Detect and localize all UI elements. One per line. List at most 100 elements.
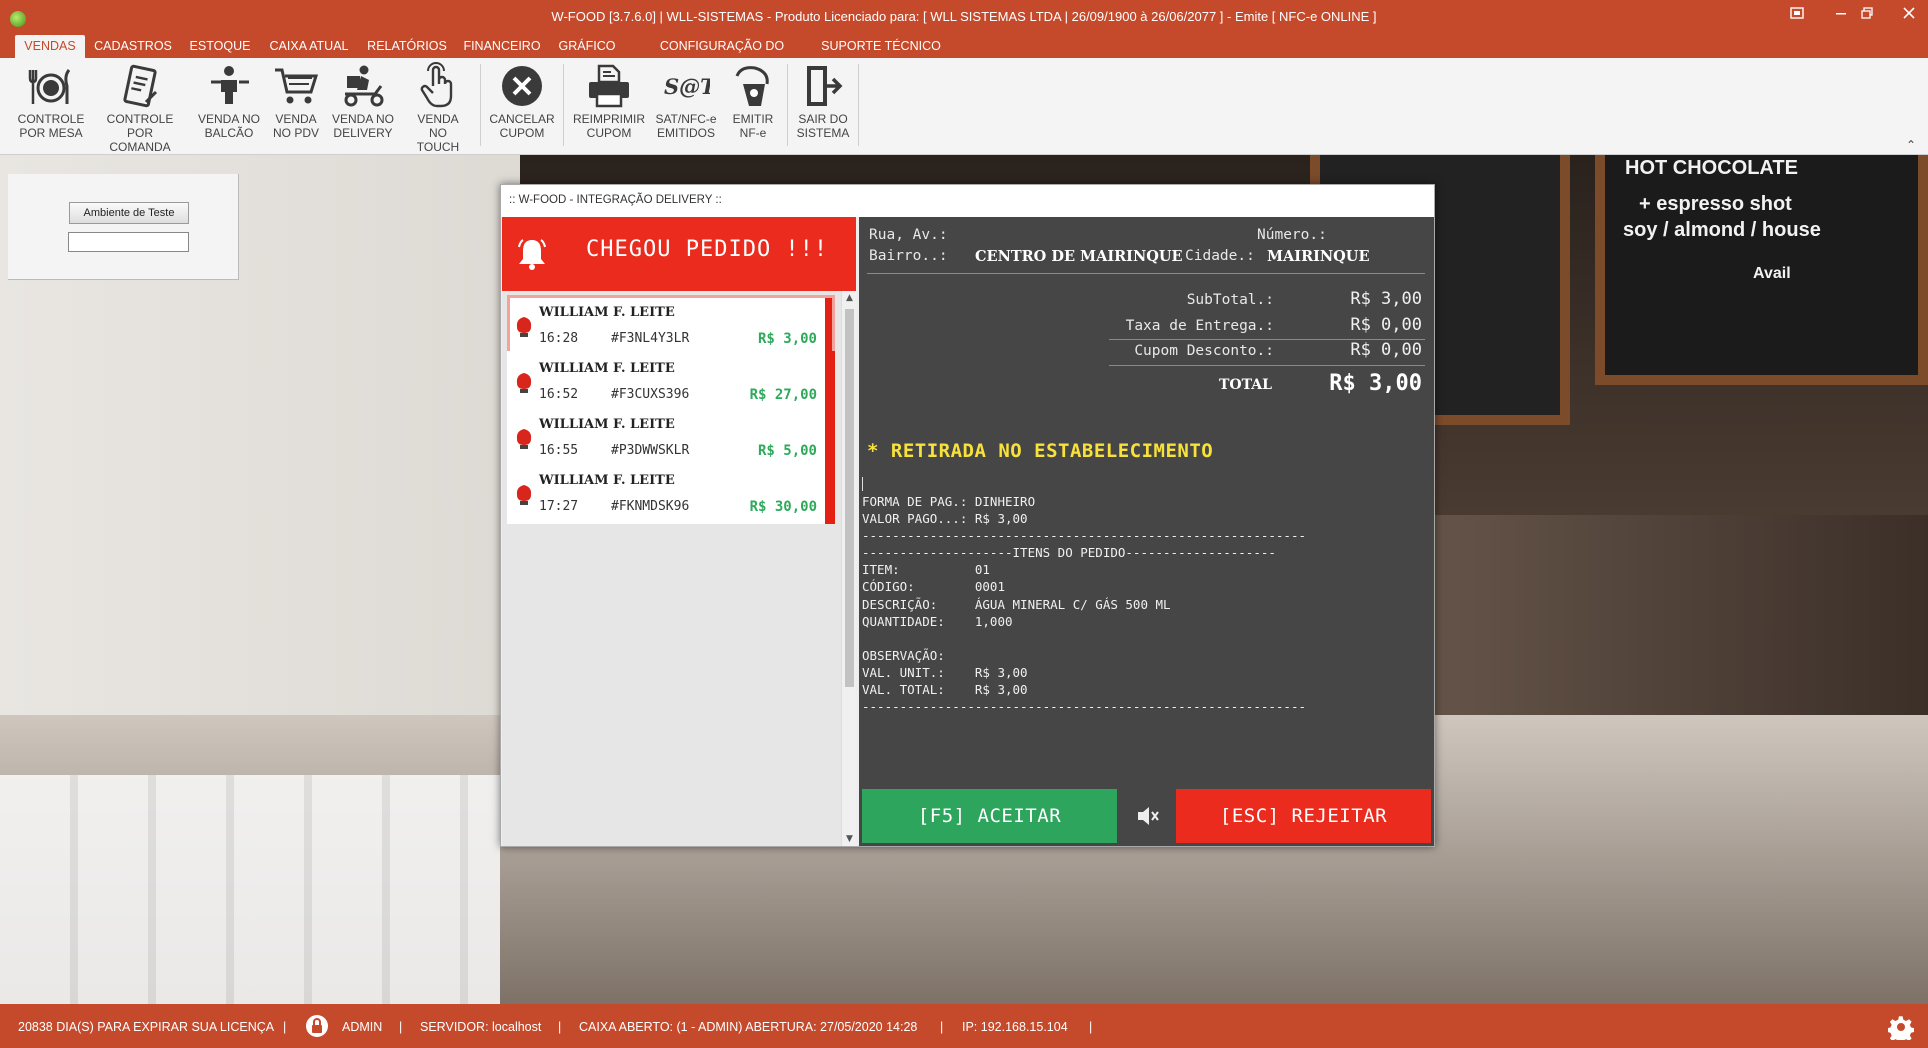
server-status: SERVIDOR: localhost [420, 1020, 542, 1034]
status-separator: | [558, 1020, 562, 1034]
minimize-window-icon[interactable] [1830, 6, 1852, 26]
gear-icon[interactable] [1888, 1014, 1914, 1040]
ip-status: IP: 192.168.15.104 [962, 1020, 1068, 1034]
emitir-nfe-button[interactable]: EMITIR NF-e [724, 62, 782, 146]
menu-bar: VENDAS CADASTROS ESTOQUE CAIXA ATUAL REL… [0, 33, 1928, 76]
menu-tab-configuracao[interactable]: CONFIGURAÇÃO DO SISTEMA [632, 35, 812, 76]
delivery-scooter-icon [344, 65, 384, 107]
fire-bell-icon [516, 485, 532, 505]
ribbon-label-l1: CONTROLE [17, 112, 85, 126]
delivery-fee-value: R$ 0,00 [1350, 315, 1422, 335]
mute-speaker-icon[interactable] [1135, 803, 1161, 829]
venda-no-pdv-button[interactable]: VENDA NO PDV [268, 62, 324, 146]
order-customer: WILLIAM F. LEITE [539, 305, 675, 320]
dialog-title: :: W-FOOD - INTEGRAÇÃO DELIVERY :: [501, 185, 1434, 217]
text-caret [862, 477, 863, 491]
delivery-integration-dialog: :: W-FOOD - INTEGRAÇÃO DELIVERY :: CHEGO… [500, 184, 1435, 847]
reject-order-button[interactable]: [ESC] REJEITAR [1176, 789, 1431, 843]
subtotal-label: SubTotal.: [1186, 292, 1274, 308]
menu-tab-vendas[interactable]: VENDAS [15, 35, 85, 58]
order-price: R$ 5,00 [757, 443, 817, 459]
order-item[interactable]: WILLIAM F. LEITE 17:27 #FKNMDSK96 R$ 30,… [507, 463, 835, 524]
ribbon-label-l2: CUPOM [586, 126, 632, 140]
status-separator: | [283, 1020, 287, 1034]
ribbon-label-l2: NF-e [739, 126, 767, 140]
street-label: Rua, Av.: [869, 227, 948, 243]
order-item[interactable]: WILLIAM F. LEITE 16:55 #P3DWWSKLR R$ 5,0… [507, 407, 835, 468]
controle-por-mesa-button[interactable]: CONTROLE POR MESA [12, 62, 90, 146]
scroll-up-icon[interactable]: ▲ [842, 291, 857, 305]
ribbon-label-l2: SISTEMA [796, 126, 850, 140]
order-code: #P3DWWSKLR [611, 443, 690, 458]
order-price: R$ 30,00 [749, 499, 817, 515]
order-list: WILLIAM F. LEITE 16:28 #F3NL4Y3LR R$ 3,0… [502, 291, 841, 846]
background-cups [0, 775, 500, 1004]
venda-no-balcao-button[interactable]: VENDA NO BALCÃO [196, 62, 262, 146]
order-code: #F3CUXS396 [611, 387, 690, 402]
status-separator: | [399, 1020, 403, 1034]
order-item[interactable]: WILLIAM F. LEITE 16:28 #F3NL4Y3LR R$ 3,0… [507, 295, 835, 356]
total-value: R$ 3,00 [1329, 371, 1422, 396]
menu-tab-financeiro[interactable]: FINANCEIRO [460, 35, 544, 58]
nfe-document-icon [735, 66, 769, 106]
scrollbar-thumb[interactable] [845, 309, 854, 687]
maximize-window-icon[interactable] [1856, 6, 1878, 26]
restore-window-icon[interactable] [1786, 6, 1808, 26]
ribbon-label-l2: DELIVERY [333, 126, 393, 140]
cancel-x-icon [502, 66, 542, 106]
title-bar: W-FOOD [3.7.6.0] | WLL-SISTEMAS - Produt… [0, 0, 1928, 33]
sat-nfce-emitidos-button[interactable]: S@T SAT/NFC-e EMITIDOS [652, 62, 720, 146]
svg-text:S@T: S@T [664, 74, 710, 99]
order-time: 16:55 [539, 443, 579, 458]
ribbon-separator [858, 64, 859, 146]
menu-tab-grafico[interactable]: GRÁFICO [552, 35, 622, 58]
menu-tab-caixa-atual[interactable]: CAIXA ATUAL [264, 35, 354, 58]
order-time: 16:52 [539, 387, 579, 402]
ribbon-label-l2: BALCÃO [204, 126, 254, 140]
ribbon-label-l2: COMANDA [109, 140, 171, 154]
order-receipt-text[interactable]: FORMA DE PAG.: DINHEIRO VALOR PAGO...: R… [862, 493, 1306, 715]
order-list-scrollbar[interactable]: ▲ ▼ [841, 291, 856, 846]
ribbon-label-l1: CANCELAR [489, 112, 555, 126]
scroll-down-icon[interactable]: ▼ [842, 832, 857, 846]
venda-no-touch-button[interactable]: VENDA NO TOUCH [408, 62, 468, 154]
cancelar-cupom-button[interactable]: CANCELAR CUPOM [488, 62, 556, 146]
printer-icon [589, 64, 629, 108]
status-separator: | [940, 1020, 944, 1034]
board-text-2: + espresso shot [1639, 193, 1792, 215]
reimprimir-cupom-button[interactable]: REIMPRIMIR CUPOM [570, 62, 648, 146]
status-separator: | [1089, 1020, 1093, 1034]
menu-tab-cadastros[interactable]: CADASTROS [92, 35, 174, 58]
district-label: Bairro..: [869, 248, 948, 264]
environment-input[interactable] [68, 232, 189, 252]
sair-do-sistema-button[interactable]: SAIR DO SISTEMA [794, 62, 852, 146]
close-window-icon[interactable] [1898, 6, 1920, 26]
ambiente-de-teste-button[interactable]: Ambiente de Teste [69, 202, 189, 224]
menu-tab-suporte[interactable]: SUPORTE TÉCNICO [820, 35, 942, 58]
license-status: 20838 DIA(S) PARA EXPIRAR SUA LICENÇA [18, 1020, 275, 1034]
lock-icon [306, 1015, 328, 1037]
menu-tab-relatorios[interactable]: RELATÓRIOS [362, 35, 452, 58]
order-item[interactable]: WILLIAM F. LEITE 16:52 #F3CUXS396 R$ 27,… [507, 351, 835, 412]
number-label: Número.: [1257, 227, 1327, 243]
shopping-cart-icon [275, 68, 319, 104]
ribbon-label-l1: SAIR DO [798, 112, 848, 126]
accept-order-button[interactable]: [F5] ACEITAR [862, 789, 1117, 843]
ribbon-toolbar: CONTROLE POR MESA CONTROLE POR COMANDA V… [0, 58, 1928, 155]
subtotal-value: R$ 3,00 [1350, 289, 1422, 309]
discount-label: Cupom Desconto.: [1134, 343, 1274, 359]
menu-tab-estoque[interactable]: ESTOQUE [184, 35, 256, 58]
ribbon-label-l2: EMITIDOS [656, 126, 715, 140]
total-label: TOTAL [1219, 377, 1272, 393]
collapse-ribbon-icon[interactable]: ⌃ [1906, 138, 1916, 152]
venda-no-delivery-button[interactable]: VENDA NO DELIVERY [330, 62, 396, 146]
status-bar: 20838 DIA(S) PARA EXPIRAR SUA LICENÇA | … [0, 1004, 1928, 1048]
fire-bell-icon [516, 373, 532, 393]
ribbon-label-l1: EMITIR [732, 112, 774, 126]
order-customer: WILLIAM F. LEITE [539, 417, 675, 432]
ribbon-separator [480, 64, 481, 146]
controle-por-comanda-button[interactable]: CONTROLE POR COMANDA [94, 62, 186, 154]
exit-door-icon [807, 66, 843, 106]
delivery-fee-label: Taxa de Entrega.: [1125, 318, 1274, 334]
ribbon-label-l1: VENDA NO [331, 112, 394, 126]
